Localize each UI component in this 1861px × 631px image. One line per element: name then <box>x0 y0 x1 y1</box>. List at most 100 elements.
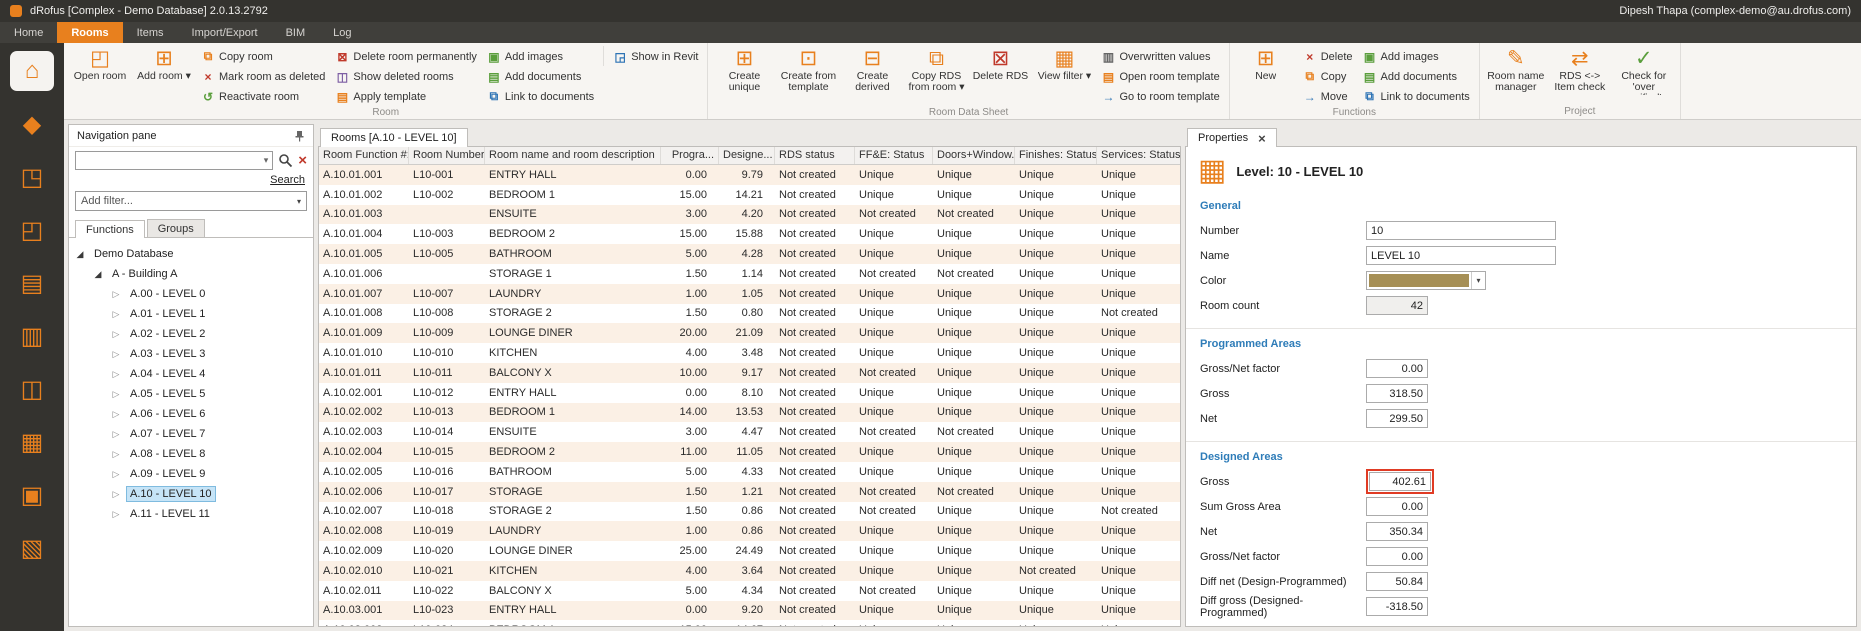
buildings-module-icon[interactable]: ▦ <box>10 422 54 462</box>
expand-icon[interactable]: ▷ <box>111 409 121 420</box>
collapse-icon[interactable]: ◢ <box>93 269 103 280</box>
expand-icon[interactable]: ▷ <box>111 429 121 440</box>
tree-item-a-01-level-1[interactable]: ▷A.01 - LEVEL 1 <box>69 304 313 324</box>
chevron-down-icon[interactable]: ▾ <box>264 155 269 166</box>
table-row[interactable]: A.10.02.009L10-020LOUNGE DINER25.0024.49… <box>319 541 1180 561</box>
table-row[interactable]: A.10.02.007L10-018STORAGE 21.500.86Not c… <box>319 502 1180 522</box>
expand-icon[interactable]: ▷ <box>111 349 121 360</box>
column-header-doors-window[interactable]: Doors+Window... <box>933 147 1015 164</box>
search-input[interactable]: ▾ <box>75 151 273 170</box>
create-from-template-button[interactable]: ⊡Create from template <box>778 46 838 93</box>
tab-bim[interactable]: BIM <box>272 22 320 43</box>
delete-rds-button[interactable]: ⊠Delete RDS <box>970 46 1030 82</box>
table-row[interactable]: A.10.02.010L10-021KITCHEN4.003.64Not cre… <box>319 561 1180 581</box>
table-row[interactable]: A.10.03.002L10-024BEDROOM 115.0014.67Not… <box>319 620 1180 626</box>
table-row[interactable]: A.10.02.003L10-014ENSUITE3.004.47Not cre… <box>319 422 1180 442</box>
tree-item-a-03-level-3[interactable]: ▷A.03 - LEVEL 3 <box>69 344 313 364</box>
products-module-icon[interactable]: ◰ <box>10 210 54 250</box>
search-link[interactable]: Search <box>270 174 305 186</box>
rooms-document-tab[interactable]: Rooms [A.10 - LEVEL 10] <box>320 128 468 147</box>
tree-item-a-00-level-0[interactable]: ▷A.00 - LEVEL 0 <box>69 284 313 304</box>
table-row[interactable]: A.10.01.004L10-003BEDROOM 215.0015.88Not… <box>319 224 1180 244</box>
move-button[interactable]: →Move <box>1300 87 1356 106</box>
overwritten-values-button[interactable]: ▥Overwritten values <box>1098 47 1222 66</box>
tree-item-demo-database[interactable]: ◢Demo Database <box>69 244 313 264</box>
rds-item-check-button[interactable]: ⇄RDS <-> Item check <box>1550 46 1610 93</box>
expand-icon[interactable]: ▷ <box>111 389 121 400</box>
open-room-button[interactable]: ◰Open room <box>70 46 130 82</box>
table-row[interactable]: A.10.02.008L10-019LAUNDRY1.000.86Not cre… <box>319 521 1180 541</box>
link-to-documents-button[interactable]: ⧉Link to documents <box>1360 87 1473 106</box>
tab-import-export[interactable]: Import/Export <box>178 22 272 43</box>
search-icon[interactable] <box>278 153 293 168</box>
apply-template-button[interactable]: ▤Apply template <box>332 87 480 106</box>
user-account[interactable]: Dipesh Thapa (complex-demo@au.drofus.com… <box>1619 5 1851 17</box>
tree-item-a-10-level-10[interactable]: ▷A.10 - LEVEL 10 <box>69 484 313 504</box>
view-filter-button[interactable]: ▦View filter ▾ <box>1034 46 1094 82</box>
archive-module-icon[interactable]: ▣ <box>10 475 54 515</box>
tree-item-a-06-level-6[interactable]: ▷A.06 - LEVEL 6 <box>69 404 313 424</box>
add-filter-dropdown[interactable]: Add filter... ▾ <box>75 191 307 211</box>
create-unique-button[interactable]: ⊞Create unique <box>714 46 774 93</box>
expand-icon[interactable]: ▷ <box>111 449 121 460</box>
tree-item-a-11-level-11[interactable]: ▷A.11 - LEVEL 11 <box>69 504 313 524</box>
add-documents-button[interactable]: ▤Add documents <box>1360 67 1473 86</box>
show-in-revit-button[interactable]: ◲Show in Revit <box>610 47 701 66</box>
tab-rooms[interactable]: Rooms <box>57 22 122 43</box>
table-row[interactable]: A.10.01.005L10-005BATHROOM5.004.28Not cr… <box>319 244 1180 264</box>
field-input-gross-net-factor[interactable]: 0.00 <box>1366 359 1428 378</box>
check-for-over-specified-button[interactable]: ✓Check for 'over specified' ▾ <box>1614 46 1674 95</box>
field-input-gross[interactable]: 318.50 <box>1366 384 1428 403</box>
pin-icon[interactable] <box>294 130 305 142</box>
field-input-net[interactable]: 350.34 <box>1366 522 1428 541</box>
add-images-button[interactable]: ▣Add images <box>484 47 597 66</box>
column-header-rds-status[interactable]: RDS status <box>775 147 855 164</box>
table-row[interactable]: A.10.02.011L10-022BALCONY X5.004.34Not c… <box>319 581 1180 601</box>
table-row[interactable]: A.10.01.011L10-011BALCONY X10.009.17Not … <box>319 363 1180 383</box>
expand-icon[interactable]: ▷ <box>111 509 121 520</box>
table-row[interactable]: A.10.01.001L10-001ENTRY HALL0.009.79Not … <box>319 165 1180 185</box>
table-row[interactable]: A.10.02.005L10-016BATHROOM5.004.33Not cr… <box>319 462 1180 482</box>
close-icon[interactable]: × <box>1258 133 1266 144</box>
go-to-room-template-button[interactable]: →Go to room template <box>1098 87 1222 106</box>
field-input-gross-net-factor[interactable]: 0.00 <box>1366 547 1428 566</box>
home-module-icon[interactable]: ⌂ <box>10 51 54 91</box>
tree-item-a-09-level-9[interactable]: ▷A.09 - LEVEL 9 <box>69 464 313 484</box>
documents-module-icon[interactable]: ▤ <box>10 263 54 303</box>
tab-log[interactable]: Log <box>319 22 365 43</box>
room-name-manager-button[interactable]: ✎Room name manager <box>1486 46 1546 93</box>
column-header-designe[interactable]: Designe... <box>719 147 775 164</box>
table-row[interactable]: A.10.02.002L10-013BEDROOM 114.0013.53Not… <box>319 403 1180 423</box>
color-picker[interactable]: ▾ <box>1366 271 1486 290</box>
link-to-documents-button[interactable]: ⧉Link to documents <box>484 87 597 106</box>
hierarchy-module-icon[interactable]: ◫ <box>10 369 54 409</box>
delete-button[interactable]: ×Delete <box>1300 47 1356 66</box>
expand-icon[interactable]: ▷ <box>111 469 121 480</box>
column-header-finishes-status[interactable]: Finishes: Status <box>1015 147 1097 164</box>
add-documents-button[interactable]: ▤Add documents <box>484 67 597 86</box>
expand-icon[interactable]: ▷ <box>111 289 121 300</box>
expand-icon[interactable]: ▷ <box>111 489 121 500</box>
column-header-room-number[interactable]: Room Number <box>409 147 485 164</box>
table-row[interactable]: A.10.01.006STORAGE 11.501.14Not createdN… <box>319 264 1180 284</box>
tree-item-a-08-level-8[interactable]: ▷A.08 - LEVEL 8 <box>69 444 313 464</box>
table-row[interactable]: A.10.01.009L10-009LOUNGE DINER20.0021.09… <box>319 323 1180 343</box>
add-room-button[interactable]: ⊞Add room ▾ <box>134 46 194 82</box>
nav-tab-functions[interactable]: Functions <box>75 220 145 238</box>
field-input-diff-net-design-programmed[interactable]: 50.84 <box>1366 572 1428 591</box>
tab-home[interactable]: Home <box>0 22 57 43</box>
show-deleted-rooms-button[interactable]: ◫Show deleted rooms <box>332 67 480 86</box>
clear-search-icon[interactable]: × <box>298 153 307 168</box>
table-row[interactable]: A.10.02.001L10-012ENTRY HALL0.008.10Not … <box>319 383 1180 403</box>
column-header-room-name-and-room-description[interactable]: Room name and room description <box>485 147 661 164</box>
column-header-services-status[interactable]: Services: Status <box>1097 147 1181 164</box>
nav-tab-groups[interactable]: Groups <box>147 219 205 237</box>
table-row[interactable]: A.10.02.006L10-017STORAGE1.501.21Not cre… <box>319 482 1180 502</box>
collapse-icon[interactable]: ◢ <box>75 249 85 260</box>
field-input-diff-gross-designed-programmed[interactable]: -318.50 <box>1366 597 1428 616</box>
tree-item-a-05-level-5[interactable]: ▷A.05 - LEVEL 5 <box>69 384 313 404</box>
column-header-room-function[interactable]: Room Function #: <box>319 147 409 164</box>
database-module-icon[interactable]: ▥ <box>10 316 54 356</box>
table-row[interactable]: A.10.01.002L10-002BEDROOM 115.0014.21Not… <box>319 185 1180 205</box>
field-input-number[interactable]: 10 <box>1366 221 1556 240</box>
